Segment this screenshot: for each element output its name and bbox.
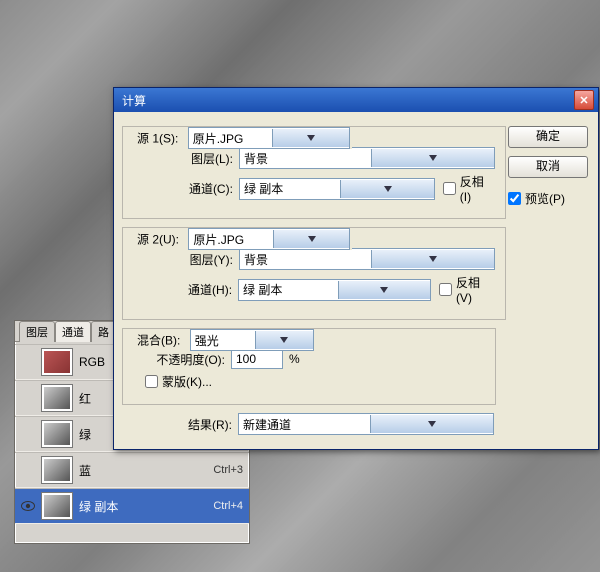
source1-group: 源 1(S): 原片.JPG 图层(L): 背景 通道(C): bbox=[122, 126, 506, 219]
chevron-down-icon bbox=[340, 180, 433, 198]
mask-label: 蒙版(K)... bbox=[162, 373, 212, 390]
source2-select[interactable]: 原片.JPG bbox=[188, 228, 350, 250]
source1-invert-label: 反相(I) bbox=[460, 173, 495, 204]
visibility-toggle[interactable] bbox=[19, 497, 37, 515]
opacity-suffix: % bbox=[289, 352, 300, 366]
close-icon: ✕ bbox=[579, 94, 588, 107]
source2-layer-label: 图层(Y): bbox=[175, 251, 233, 268]
channel-thumbnail bbox=[41, 456, 73, 484]
preview-label: 预览(P) bbox=[525, 190, 565, 207]
dialog-title: 计算 bbox=[118, 92, 574, 109]
chevron-down-icon bbox=[338, 281, 430, 299]
tab-paths-label: 路 bbox=[98, 327, 109, 339]
channel-thumbnail bbox=[41, 348, 73, 376]
source1-channel-value: 绿 副本 bbox=[244, 180, 336, 197]
source1-invert-checkbox[interactable] bbox=[443, 182, 456, 195]
preview-checkbox[interactable] bbox=[508, 192, 521, 205]
source1-channel-label: 通道(C): bbox=[175, 180, 233, 197]
chevron-down-icon bbox=[273, 230, 350, 248]
source1-select[interactable]: 原片.JPG bbox=[188, 127, 350, 149]
source1-layer-value: 背景 bbox=[244, 150, 367, 167]
source2-legend: 源 2(U): bbox=[137, 233, 179, 247]
channel-row[interactable]: 蓝 Ctrl+3 bbox=[15, 452, 249, 488]
tab-layers[interactable]: 图层 bbox=[19, 321, 55, 342]
tab-layers-label: 图层 bbox=[26, 327, 48, 339]
visibility-toggle[interactable] bbox=[19, 389, 37, 407]
source1-layer-label: 图层(L): bbox=[175, 150, 233, 167]
cancel-button[interactable]: 取消 bbox=[508, 156, 588, 178]
channel-name: 绿 副本 bbox=[79, 498, 209, 515]
source2-channel-value: 绿 副本 bbox=[243, 281, 334, 298]
result-select[interactable]: 新建通道 bbox=[238, 413, 494, 435]
source2-channel-select[interactable]: 绿 副本 bbox=[238, 279, 431, 301]
result-value: 新建通道 bbox=[243, 416, 366, 433]
source2-layer-value: 背景 bbox=[244, 251, 367, 268]
opacity-label: 不透明度(O): bbox=[133, 351, 225, 368]
calculations-dialog: 计算 ✕ 确定 取消 预览(P) 源 1(S): 原片.JPG bbox=[113, 87, 599, 450]
channel-thumbnail bbox=[41, 492, 73, 520]
source2-invert-checkbox[interactable] bbox=[439, 283, 452, 296]
blend-label: 混合(B): bbox=[137, 334, 180, 348]
source1-legend: 源 1(S): bbox=[137, 132, 178, 146]
source1-layer-select[interactable]: 背景 bbox=[239, 147, 495, 169]
source1-channel-select[interactable]: 绿 副本 bbox=[239, 178, 435, 200]
result-label: 结果(R): bbox=[166, 416, 232, 433]
source2-channel-label: 通道(H): bbox=[175, 281, 232, 298]
tab-channels[interactable]: 通道 bbox=[55, 321, 91, 342]
chevron-down-icon bbox=[272, 129, 349, 147]
blend-mode-value: 强光 bbox=[195, 332, 252, 349]
chevron-down-icon bbox=[371, 149, 495, 167]
visibility-toggle[interactable] bbox=[19, 461, 37, 479]
source2-group: 源 2(U): 原片.JPG 图层(Y): 背景 通道(H): bbox=[122, 227, 506, 320]
visibility-toggle[interactable] bbox=[19, 425, 37, 443]
eye-icon bbox=[21, 501, 35, 511]
source2-layer-select[interactable]: 背景 bbox=[239, 248, 495, 270]
dialog-titlebar[interactable]: 计算 ✕ bbox=[114, 88, 598, 112]
blend-mode-select[interactable]: 强光 bbox=[190, 329, 314, 351]
source2-value: 原片.JPG bbox=[193, 231, 269, 248]
source1-value: 原片.JPG bbox=[193, 130, 269, 147]
channel-shortcut: Ctrl+3 bbox=[213, 464, 243, 476]
visibility-toggle[interactable] bbox=[19, 353, 37, 371]
chevron-down-icon bbox=[370, 415, 494, 433]
channel-thumbnail bbox=[41, 384, 73, 412]
opacity-input[interactable] bbox=[231, 349, 283, 369]
blend-group: 混合(B): 强光 不透明度(O): % 蒙版(K)... bbox=[122, 328, 496, 405]
tab-channels-label: 通道 bbox=[62, 327, 84, 339]
mask-checkbox[interactable] bbox=[145, 375, 158, 388]
channel-thumbnail bbox=[41, 420, 73, 448]
chevron-down-icon bbox=[371, 250, 495, 268]
channel-name: 蓝 bbox=[79, 462, 209, 479]
source2-invert-label: 反相(V) bbox=[456, 274, 495, 305]
channel-shortcut: Ctrl+4 bbox=[213, 500, 243, 512]
channel-row[interactable]: 绿 副本 Ctrl+4 bbox=[15, 488, 249, 524]
ok-button[interactable]: 确定 bbox=[508, 126, 588, 148]
chevron-down-icon bbox=[255, 331, 313, 349]
close-button[interactable]: ✕ bbox=[574, 90, 594, 110]
